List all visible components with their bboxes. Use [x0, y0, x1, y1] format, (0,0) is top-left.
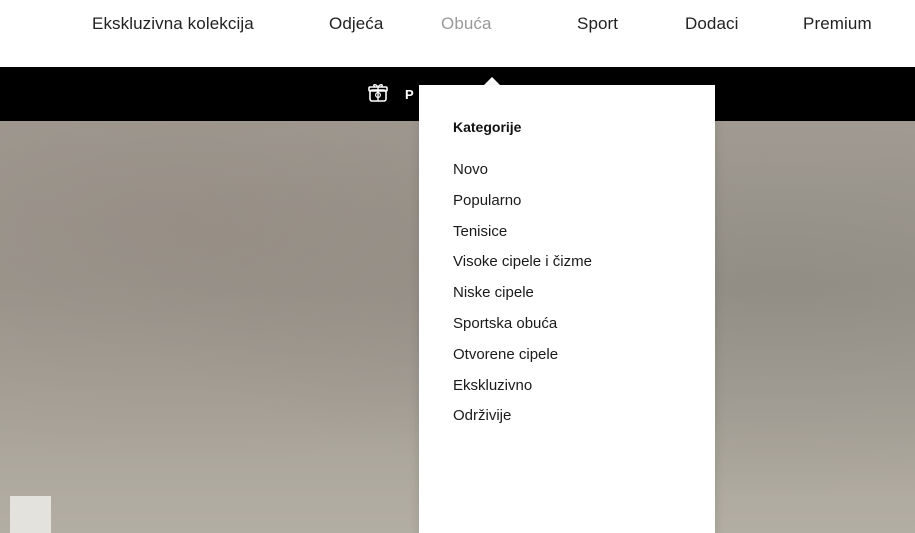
- nav-item-footwear[interactable]: Obuća: [441, 14, 492, 34]
- category-list: Novo Popularno Tenisice Visoke cipele i …: [453, 160, 592, 437]
- dropdown-heading: Kategorije: [453, 119, 522, 135]
- category-item-open-shoes[interactable]: Otvorene cipele: [453, 345, 592, 376]
- promo-text: P: [405, 87, 414, 102]
- category-item-new[interactable]: Novo: [453, 160, 592, 191]
- category-item-exclusive[interactable]: Ekskluzivno: [453, 376, 592, 407]
- carousel-thumbnail[interactable]: [10, 496, 51, 533]
- category-item-sport-shoes[interactable]: Sportska obuća: [453, 314, 592, 345]
- category-item-boots[interactable]: Visoke cipele i čizme: [453, 252, 592, 283]
- category-item-popular[interactable]: Popularno: [453, 191, 592, 222]
- gift-box-icon: [368, 84, 388, 102]
- main-navigation: Ekskluzivna kolekcija Odjeća Obuća Sport…: [0, 0, 915, 50]
- nav-item-clothing[interactable]: Odjeća: [329, 14, 383, 34]
- nav-item-exclusive-collection[interactable]: Ekskluzivna kolekcija: [92, 14, 254, 34]
- nav-item-sport[interactable]: Sport: [577, 14, 618, 34]
- category-item-sustainable[interactable]: Održivije: [453, 406, 592, 437]
- footwear-dropdown-menu: Kategorije Novo Popularno Tenisice Visok…: [419, 85, 715, 533]
- nav-item-premium[interactable]: Premium: [803, 14, 872, 34]
- category-item-sneakers[interactable]: Tenisice: [453, 222, 592, 253]
- nav-item-accessories[interactable]: Dodaci: [685, 14, 739, 34]
- category-item-low-shoes[interactable]: Niske cipele: [453, 283, 592, 314]
- page: Ekskluzivna kolekcija Odjeća Obuća Sport…: [0, 0, 915, 533]
